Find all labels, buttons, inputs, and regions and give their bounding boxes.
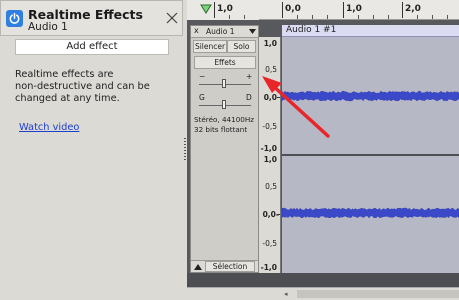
effects-description-line: changed at any time. [15, 93, 120, 104]
ruler-label: 1,0 [346, 4, 362, 14]
track-format: Stéréo, 44100Hz [194, 115, 255, 124]
waveform-right-channel [282, 207, 459, 219]
ruler-label: 2,0 [405, 4, 421, 14]
track-name-label[interactable]: Audio 1 [206, 27, 234, 36]
scale-label: 0,5 [265, 182, 277, 191]
track-info: Stéréo, 44100Hz 32 bits flottant [194, 115, 254, 134]
effects-panel-track-name: Audio 1 [28, 21, 68, 33]
pan-right-label: D [246, 93, 252, 102]
play-head-icon[interactable] [200, 4, 212, 14]
clip-name: Audio 1 #1 [286, 25, 337, 35]
gain-plus-label: + [246, 72, 253, 81]
close-icon[interactable] [165, 10, 179, 24]
solo-button[interactable]: Solo [227, 40, 256, 53]
timeline-ruler[interactable]: 1,0 0,0 1,0 2,0 [187, 0, 459, 20]
power-icon[interactable] [6, 10, 23, 27]
pan-left-label: G [199, 93, 205, 102]
panel-resize-grip[interactable] [184, 138, 186, 162]
collapse-icon[interactable] [194, 264, 202, 270]
scale-label: 0,0 [263, 93, 277, 102]
track-close-button[interactable]: x [194, 26, 199, 35]
horizontal-scrollbar[interactable]: ◂ [187, 287, 459, 300]
effects-description: Realtime effects are non-destructive and… [15, 69, 165, 105]
track-bit-depth: 32 bits flottant [194, 124, 248, 134]
realtime-effects-panel: Realtime Effects Audio 1 Add effect Real… [0, 0, 186, 300]
ruler-tick [282, 2, 283, 18]
scale-label: 1,0 [263, 39, 277, 48]
scale-label: -1,0 [260, 144, 277, 153]
ruler-label: 0,0 [285, 4, 301, 14]
gain-slider-thumb[interactable] [222, 79, 226, 88]
scrollbar-thumb[interactable] [297, 290, 459, 298]
scale-label: -0,5 [262, 239, 277, 248]
effects-description-line: non-destructive and can be [15, 81, 150, 92]
scale-label: 1,0 [263, 155, 277, 164]
gain-minus-label: − [199, 72, 206, 81]
scale-label: 0,5 [265, 65, 277, 74]
track-area-bottom [187, 273, 459, 287]
effects-panel-title: Realtime Effects [28, 7, 143, 22]
pan-slider-thumb[interactable] [222, 100, 226, 109]
ruler-label: 1,0 [217, 4, 233, 14]
ruler-tick [402, 2, 403, 18]
waveform-left-channel [282, 90, 459, 102]
add-effect-button[interactable]: Add effect [15, 39, 169, 55]
chevron-down-icon[interactable] [249, 29, 256, 34]
effects-button[interactable]: Effets [194, 56, 256, 69]
watch-video-link[interactable]: Watch video [19, 122, 79, 133]
ruler-tick [214, 2, 215, 18]
track-control-panel[interactable]: x Audio 1 Silencer Solo Effets − + G D S… [190, 25, 259, 273]
effects-description-line: Realtime effects are [15, 69, 114, 80]
scroll-left-icon[interactable]: ◂ [284, 290, 288, 298]
ruler-tick [343, 2, 344, 18]
project-area: 1,0 0,0 1,0 2,0 x Audio 1 Silencer Solo … [187, 0, 459, 300]
effects-panel-header: Realtime Effects Audio 1 [0, 0, 183, 36]
clip-title-bar[interactable]: Audio 1 #1 [282, 25, 459, 37]
audio-clip[interactable] [282, 37, 459, 273]
select-track-button[interactable]: Sélection [205, 261, 255, 272]
track-name-bar: x Audio 1 [191, 26, 258, 38]
scale-label: -0,5 [262, 122, 277, 131]
track-bottom-bar: Sélection [191, 260, 258, 272]
mute-button[interactable]: Silencer [193, 40, 227, 53]
scale-label: -1,0 [260, 263, 277, 272]
amplitude-scale[interactable]: 1,0 0,5 0,0 -0,5 -1,0 1,0 0,5 0,0- -0,5 … [259, 37, 281, 273]
